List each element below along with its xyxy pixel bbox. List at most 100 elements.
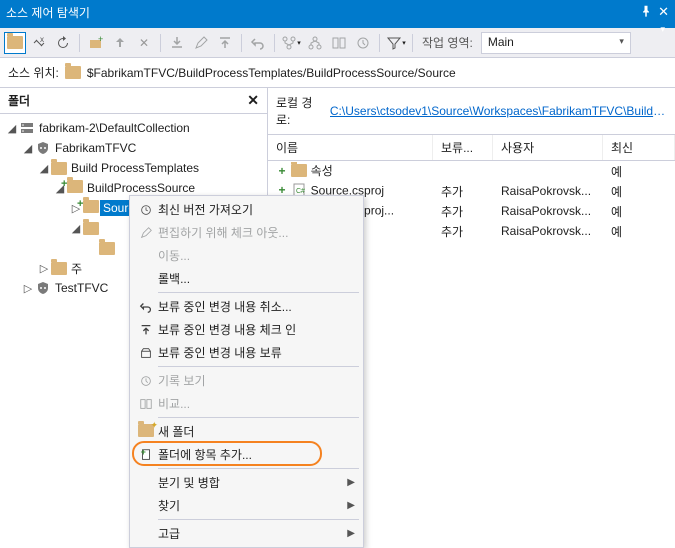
server-icon: [18, 120, 36, 136]
menu-item[interactable]: 찾기▶: [130, 494, 363, 517]
cell-pending: 추가: [433, 223, 493, 240]
menu-item[interactable]: 최신 버전 가져오기: [130, 198, 363, 221]
tree-node[interactable]: ◢ fabrikam-2\DefaultCollection: [0, 118, 267, 138]
expand-icon[interactable]: ▷: [22, 282, 34, 295]
folder-icon: [65, 66, 81, 79]
tb-history-btn[interactable]: [352, 32, 374, 54]
expand-icon[interactable]: ▷: [38, 262, 50, 275]
local-path-link[interactable]: C:\Users\ctsodev1\Source\Workspaces\Fabr…: [330, 104, 667, 118]
row-icon: [291, 166, 307, 180]
menu-label: 이동...: [158, 247, 355, 264]
menu-label: 편집하기 위해 체크 아웃...: [158, 224, 355, 241]
menu-item[interactable]: 보류 중인 변경 내용 취소...: [130, 295, 363, 318]
source-path[interactable]: $FabrikamTFVC/BuildProcessTemplates/Buil…: [87, 66, 667, 80]
tree-label: Build ProcessTemplates: [68, 160, 202, 176]
tree-node[interactable]: ◢FabrikamTFVC: [0, 138, 267, 158]
tb-checkout-btn[interactable]: [190, 32, 212, 54]
menu-label: 보류 중인 변경 내용 보류: [158, 344, 355, 361]
expand-icon[interactable]: ◢: [38, 162, 50, 175]
menu-label: 롤백...: [158, 270, 355, 287]
workspace-combo[interactable]: Main: [481, 32, 631, 54]
local-path-bar: 로컬 경로: C:\Users\ctsodev1\Source\Workspac…: [268, 88, 675, 135]
menu-item[interactable]: 롤백...: [130, 267, 363, 290]
tree-label: TestTFVC: [52, 280, 111, 296]
tb-up-btn[interactable]: [109, 32, 131, 54]
svg-text:x: x: [40, 35, 44, 44]
cell-user: RaisaPokrovsk...: [493, 184, 603, 198]
cell-latest: 예: [603, 203, 675, 220]
tree-node[interactable]: ◢ Build ProcessTemplates: [0, 158, 267, 178]
chevron-down-icon[interactable]: ▾: [656, 24, 669, 28]
cell-pending: 추가: [433, 183, 493, 200]
menu-label: 폴더에 항목 추가...: [158, 446, 355, 463]
menu-item[interactable]: 고급▶: [130, 522, 363, 545]
menu-item: 기록 보기: [130, 369, 363, 392]
newfolder-icon: ✦: [134, 424, 158, 440]
undo-icon: [134, 300, 158, 314]
col-latest[interactable]: 최신: [603, 135, 675, 160]
menu-label: 보류 중인 변경 내용 체크 인: [158, 321, 355, 338]
tb-checkin-btn[interactable]: [214, 32, 236, 54]
tree-label: 주: [68, 259, 85, 278]
refresh-icon: [134, 203, 158, 217]
workspace-label: 작업 영역:: [422, 34, 473, 51]
tb-folder-btn[interactable]: [4, 32, 26, 54]
tb-compare-btn[interactable]: [328, 32, 350, 54]
expand-icon[interactable]: ◢: [70, 222, 82, 235]
tb-branch-btn[interactable]: ▾: [280, 32, 302, 54]
menu-item: 비교...: [130, 392, 363, 415]
tb-link-btn[interactable]: x: [28, 32, 50, 54]
folder-icon: [50, 262, 68, 275]
close-icon[interactable]: ✕: [658, 4, 669, 20]
expand-icon[interactable]: ◢: [22, 142, 34, 155]
tree-label: BuildProcessSource: [84, 180, 198, 196]
menu-separator: [158, 292, 359, 293]
source-location-label: 소스 위치:: [8, 64, 59, 81]
menu-item[interactable]: + 폴더에 항목 추가...: [130, 443, 363, 466]
svg-text:C#: C#: [296, 188, 305, 195]
cell-user: RaisaPokrovsk...: [493, 204, 603, 218]
cell-name: + 속성: [268, 162, 433, 180]
tb-merge-btn[interactable]: [304, 32, 326, 54]
tb-add-btn[interactable]: +: [85, 32, 107, 54]
tb-get-btn[interactable]: [166, 32, 188, 54]
expand-icon[interactable]: ◢: [6, 122, 18, 135]
table-row[interactable]: + 속성 예: [268, 161, 675, 181]
pin-icon[interactable]: [640, 5, 652, 20]
tb-undo-btn[interactable]: [247, 32, 269, 54]
menu-label: 기록 보기: [158, 372, 355, 389]
folder-icon: [82, 222, 100, 235]
shelve-icon: [134, 346, 158, 360]
col-pending[interactable]: 보류...: [433, 135, 493, 160]
cell-latest: 예: [603, 183, 675, 200]
tb-filter-btn[interactable]: ▾: [385, 32, 407, 54]
cell-latest: 예: [603, 163, 675, 180]
cell-user: RaisaPokrovsk...: [493, 224, 603, 238]
menu-item[interactable]: 보류 중인 변경 내용 체크 인: [130, 318, 363, 341]
menu-label: 고급: [158, 525, 347, 542]
menu-item[interactable]: 분기 및 병합▶: [130, 471, 363, 494]
tree-label: fabrikam-2\DefaultCollection: [36, 120, 193, 136]
proj-icon: [34, 140, 52, 156]
menu-label: 찾기: [158, 497, 347, 514]
tb-refresh-btn[interactable]: [52, 32, 74, 54]
local-path-label: 로컬 경로:: [276, 94, 324, 128]
menu-item[interactable]: 보류 중인 변경 내용 보류: [130, 341, 363, 364]
checkin-icon: [134, 323, 158, 337]
title-bar: 소스 제어 탐색기 ✕: [0, 0, 675, 24]
menu-item[interactable]: ✦새 폴더: [130, 420, 363, 443]
additem-icon: +: [134, 448, 158, 462]
checkout-icon: [134, 226, 158, 240]
close-folders-icon[interactable]: ✕: [247, 92, 259, 109]
history-icon: [134, 374, 158, 388]
menu-separator: [158, 519, 359, 520]
submenu-arrow-icon: ▶: [347, 477, 355, 488]
tb-delete-btn[interactable]: ✕: [133, 32, 155, 54]
svg-text:+: +: [141, 448, 146, 457]
col-user[interactable]: 사용자: [493, 135, 603, 160]
source-path-bar: 소스 위치: $FabrikamTFVC/BuildProcessTemplat…: [0, 58, 675, 88]
menu-label: 보류 중인 변경 내용 취소...: [158, 298, 355, 315]
menu-label: 비교...: [158, 395, 355, 412]
col-name[interactable]: 이름: [268, 135, 433, 160]
cell-latest: 예: [603, 223, 675, 240]
